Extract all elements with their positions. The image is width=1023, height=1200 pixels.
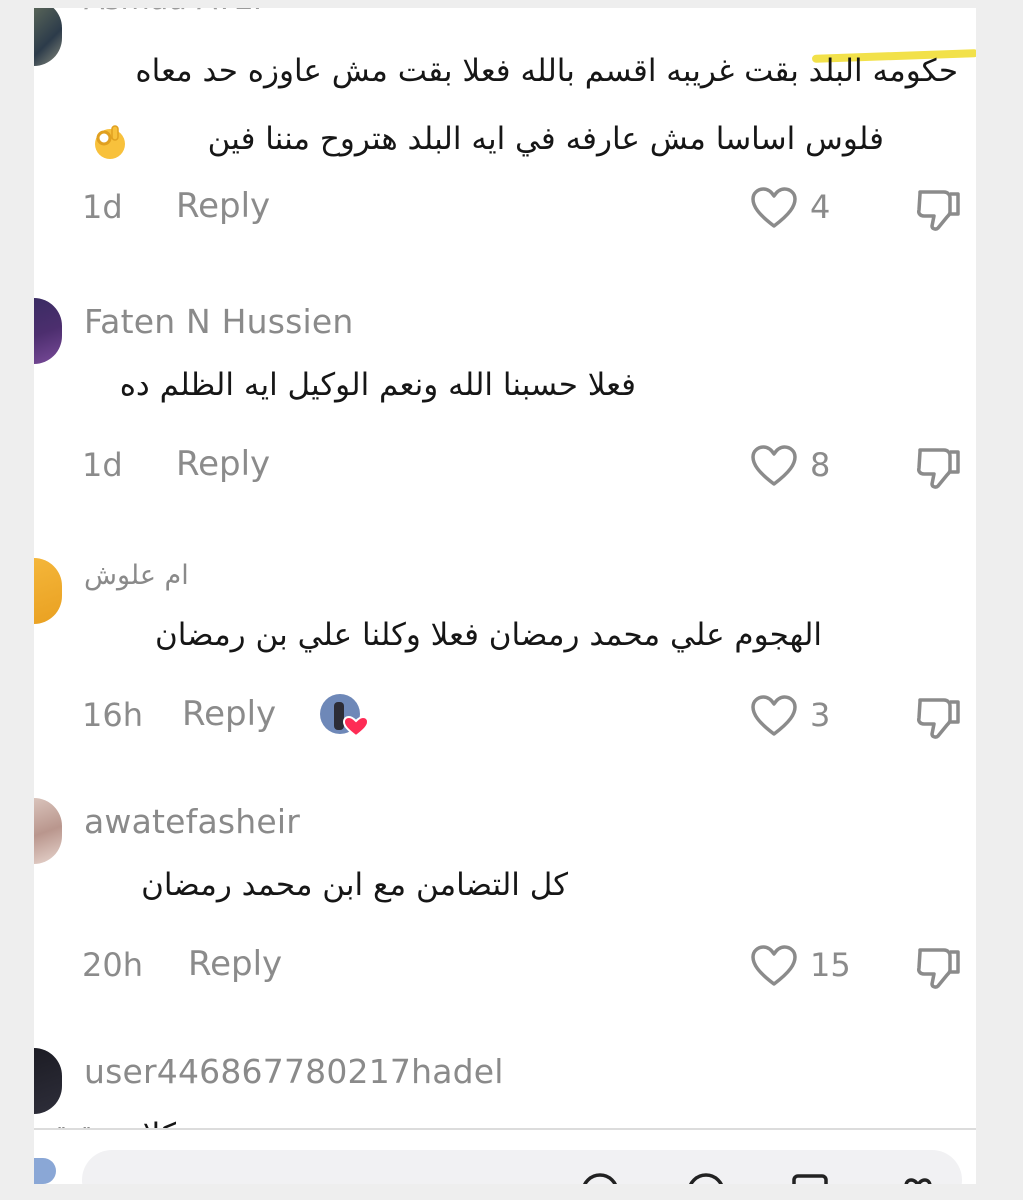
comment-username[interactable]: awatefasheir — [84, 802, 300, 841]
like-count: 15 — [810, 946, 851, 984]
avatar[interactable] — [34, 8, 62, 66]
comment-text: الهجوم علي محمد رمضان فعلا وكلنا علي بن … — [154, 617, 822, 653]
avatar[interactable] — [34, 798, 62, 864]
comment-text: فعلا حسبنا الله ونعم الوكيل ايه الظلم ده — [119, 367, 636, 403]
comment-text: فلوس اساسا مش عارفه في ايه البلد هتروح م… — [208, 106, 884, 172]
comment-text: كلام حقيقة — [37, 1102, 176, 1128]
avatar[interactable] — [34, 298, 62, 364]
thumbs-down-icon[interactable] — [914, 692, 964, 742]
image-icon[interactable] — [790, 1172, 830, 1184]
avatar[interactable] — [34, 1158, 56, 1184]
comment-time: 16h — [82, 696, 143, 734]
reply-button[interactable]: Reply — [188, 944, 282, 984]
comment-time: 1d — [82, 188, 123, 226]
gift-icon[interactable] — [898, 1172, 938, 1184]
comment-time: 20h — [82, 946, 143, 984]
emoji-icon[interactable] — [686, 1172, 726, 1184]
comment-text: حكومه البلد بقت غريبه اقسم بالله فعلا بق… — [135, 53, 958, 89]
comment-username[interactable]: Faten N Hussien — [84, 302, 354, 341]
comment-username[interactable]: user446867780217hadel — [84, 1052, 504, 1091]
like-count: 4 — [810, 188, 831, 226]
comment-time: 1d — [82, 446, 123, 484]
reply-button[interactable]: Reply — [182, 694, 276, 734]
like-count: 8 — [810, 446, 831, 484]
comments-panel: Asmaa ATEF حكومه البلد بقت غريبه اقسم با… — [34, 8, 976, 1128]
heart-outline-icon — [751, 695, 797, 736]
comment-text-line: فلوس اساسا مش عارفه في ايه البلد هتروح م… — [207, 121, 884, 157]
comment-input-area — [34, 1128, 976, 1184]
comment-input[interactable] — [82, 1150, 962, 1184]
heart-outline-icon — [751, 945, 797, 986]
avatar[interactable] — [34, 558, 62, 624]
heart-outline-icon — [751, 445, 797, 486]
ok-hand-emoji — [95, 125, 125, 159]
comment-text: كل التضامن مع ابن محمد رمضان — [141, 867, 568, 903]
divider — [34, 1128, 976, 1130]
heart-outline-icon — [751, 187, 797, 228]
reply-button[interactable]: Reply — [176, 186, 270, 226]
thumbs-down-icon[interactable] — [914, 942, 964, 992]
thumbs-down-icon[interactable] — [914, 442, 964, 492]
comment-username[interactable]: Asmaa ATEF — [84, 8, 270, 17]
creator-liked-heart-icon — [320, 692, 370, 740]
thumbs-down-icon[interactable] — [914, 184, 964, 234]
like-count: 3 — [810, 696, 831, 734]
at-mention-icon[interactable] — [580, 1172, 620, 1184]
reply-button[interactable]: Reply — [176, 444, 270, 484]
comment-username[interactable]: ام علوش — [84, 560, 189, 591]
